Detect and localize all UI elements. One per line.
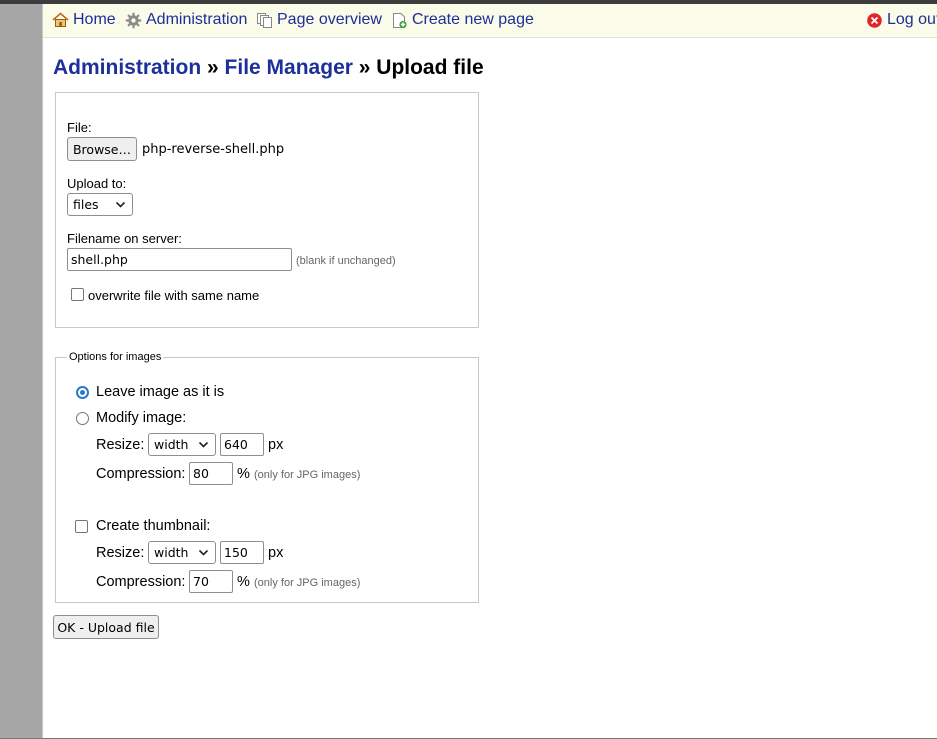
image-options-legend: Options for images — [67, 351, 164, 363]
resize-label: Resize: — [96, 437, 145, 453]
compression-label: Compression: — [96, 466, 186, 482]
selected-file-name: php-reverse-shell.php — [142, 142, 285, 157]
breadcrumb-separator: » — [207, 56, 219, 79]
thumb-compression-input[interactable]: 70 — [189, 570, 233, 593]
chevron-down-icon — [198, 441, 209, 448]
compression-input[interactable]: 80 — [189, 462, 233, 485]
new-page-icon — [393, 12, 407, 28]
nav-page-overview-label: Page overview — [277, 11, 382, 28]
thumb-percent-unit: % — [237, 574, 250, 590]
thumb-compression-label: Compression: — [96, 574, 186, 590]
resize-value: 640 — [224, 437, 248, 452]
upload-to-value: files — [73, 197, 99, 212]
page-heading: Administration » File Manager » Upload f… — [53, 56, 484, 80]
upload-to-label: Upload to: — [67, 176, 127, 191]
upload-fieldset: File: Browse… php-reverse-shell.php Uplo… — [55, 92, 479, 328]
breadcrumb-administration-link[interactable]: Administration — [53, 56, 201, 79]
nav-logout-label: Log out — [887, 11, 937, 28]
thumb-resize-mode-value: width — [154, 545, 189, 560]
thumb-jpg-hint: (only for JPG images) — [254, 577, 361, 589]
percent-unit: % — [237, 466, 250, 482]
browse-button[interactable]: Browse… — [67, 137, 137, 161]
image-options-fieldset: Options for images Leave image as it is … — [55, 351, 479, 603]
thumb-resize-value: 150 — [224, 545, 248, 560]
overwrite-checkbox[interactable] — [71, 288, 84, 301]
upload-to-select[interactable]: files — [67, 193, 133, 216]
nav-create-page-label: Create new page — [412, 11, 534, 28]
resize-value-input[interactable]: 640 — [220, 433, 264, 456]
leave-image-label: Leave image as it is — [96, 384, 225, 400]
home-icon — [52, 12, 69, 27]
pages-icon — [257, 12, 272, 28]
breadcrumb-file-manager-link[interactable]: File Manager — [225, 56, 353, 79]
nav-home-label: Home — [73, 11, 116, 28]
nav-logout-link[interactable]: Log out — [866, 11, 937, 29]
chevron-down-icon — [115, 201, 126, 208]
page-content: Home Administration Page overview Create… — [42, 4, 937, 738]
overwrite-label: overwrite file with same name — [88, 288, 260, 303]
nav-home-link[interactable]: Home — [52, 11, 116, 29]
logout-icon — [867, 12, 882, 28]
thumb-resize-label: Resize: — [96, 545, 145, 561]
nav-administration-link[interactable]: Administration — [125, 11, 247, 29]
leave-image-radio[interactable] — [76, 386, 89, 399]
resize-mode-select[interactable]: width — [148, 433, 216, 456]
thumb-resize-value-input[interactable]: 150 — [220, 541, 264, 564]
filename-input-value: shell.php — [71, 252, 128, 267]
create-thumbnail-label: Create thumbnail: — [96, 518, 211, 534]
create-thumbnail-checkbox[interactable] — [75, 520, 88, 533]
chevron-down-icon — [198, 549, 209, 556]
upload-submit-button[interactable]: OK - Upload file — [53, 615, 159, 639]
breadcrumb-current: » Upload file — [358, 56, 484, 79]
jpg-hint: (only for JPG images) — [254, 469, 361, 481]
file-label: File: — [67, 120, 92, 135]
px-unit: px — [268, 437, 284, 453]
thumb-resize-mode-select[interactable]: width — [148, 541, 216, 564]
thumb-compression-value: 70 — [193, 574, 209, 589]
nav-create-page-link[interactable]: Create new page — [391, 11, 534, 29]
thumb-px-unit: px — [268, 545, 284, 561]
gear-icon — [125, 12, 142, 28]
compression-value: 80 — [193, 466, 209, 481]
nav-administration-label: Administration — [146, 11, 248, 28]
nav-page-overview-link[interactable]: Page overview — [256, 11, 382, 29]
filename-label: Filename on server: — [67, 231, 182, 246]
modify-image-radio[interactable] — [76, 412, 89, 425]
filename-input[interactable]: shell.php — [67, 248, 292, 271]
modify-image-label: Modify image: — [96, 410, 187, 426]
top-navbar: Home Administration Page overview Create… — [43, 4, 937, 38]
resize-mode-value: width — [154, 437, 189, 452]
filename-hint: (blank if unchanged) — [296, 255, 396, 267]
